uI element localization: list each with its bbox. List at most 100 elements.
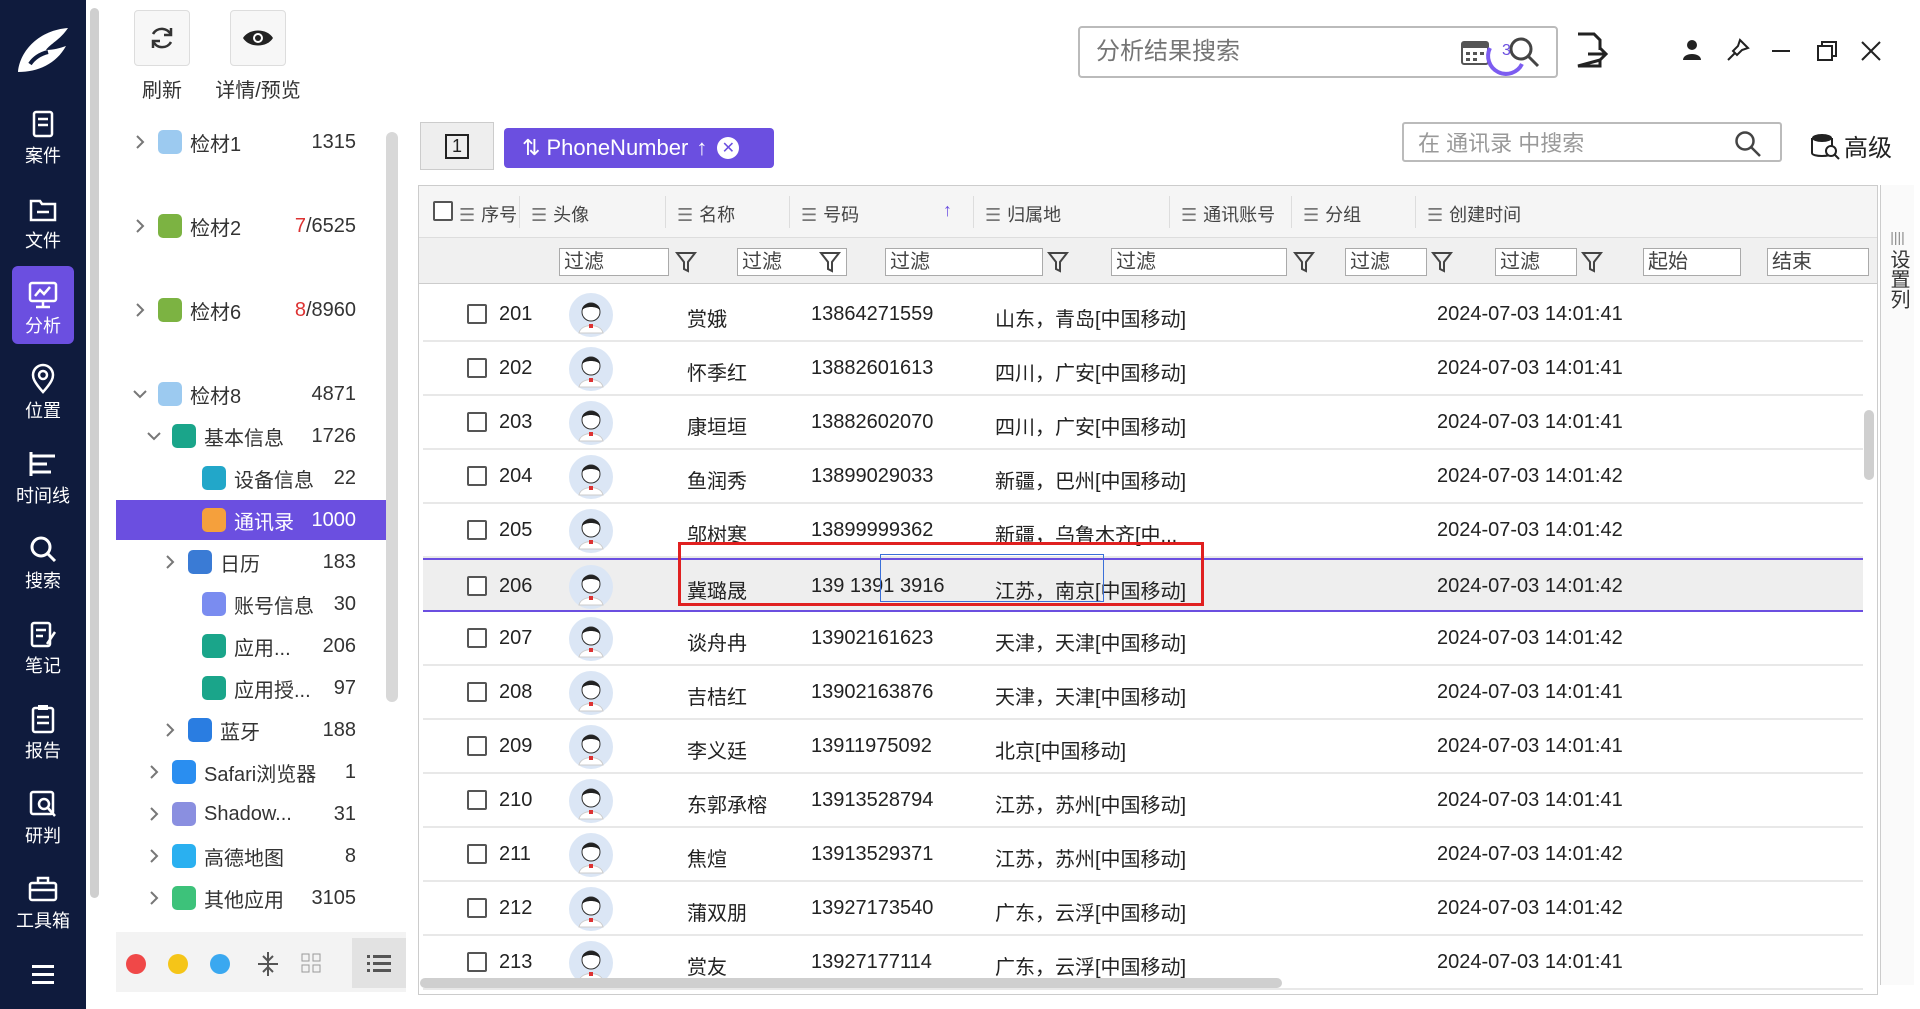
column-menu-icon[interactable]: ☰ — [985, 205, 1001, 225]
sidebar-item-10[interactable]: 工具箱 — [12, 861, 74, 939]
row-checkbox[interactable] — [467, 628, 487, 648]
column-divider[interactable] — [789, 196, 790, 228]
tree-item-15[interactable]: 高德地图 8 — [116, 836, 386, 876]
detail-preview-button[interactable]: 详情/预览 — [208, 10, 308, 103]
sidebar-item-1[interactable]: 案件 — [12, 96, 74, 174]
chevron-right-icon[interactable] — [160, 552, 180, 572]
column-filter-input[interactable]: 过滤 — [1345, 248, 1427, 276]
tree-item-16[interactable]: 其他应用 3105 — [116, 878, 386, 918]
row-checkbox[interactable] — [467, 898, 487, 918]
column-menu-icon[interactable]: ☰ — [1427, 205, 1443, 225]
column-menu-icon[interactable]: ☰ — [531, 205, 547, 225]
column-header-7[interactable]: ☰ 分组 — [1303, 201, 1361, 227]
analysis-search-input[interactable] — [1080, 28, 1440, 76]
sidebar-item-9[interactable]: 研判 — [12, 776, 74, 854]
tree-item-5[interactable]: 基本信息 1726 — [116, 416, 386, 456]
date-end-input[interactable]: 结束 — [1767, 248, 1869, 276]
tree-scrollbar[interactable] — [386, 132, 398, 702]
chevron-down-icon[interactable] — [144, 426, 164, 446]
sort-ascending-icon[interactable]: ↑ — [943, 200, 952, 221]
yellow-filter-dot[interactable] — [168, 954, 188, 974]
refresh-button[interactable]: 刷新 — [112, 10, 212, 103]
chevron-right-icon[interactable] — [130, 216, 150, 236]
column-header-6[interactable]: ☰ 通讯账号 — [1181, 201, 1275, 227]
chevron-right-icon[interactable] — [144, 888, 164, 908]
table-row[interactable]: 211 焦煊 13913529371 江苏，苏州[中国移动] 2024-07-03 14… — [423, 828, 1863, 882]
minimize-icon[interactable] — [1770, 40, 1792, 62]
column-menu-icon[interactable]: ☰ — [801, 205, 817, 225]
table-row[interactable]: 203 康垣垣 13882602070 四川，广安[中国移动] 2024-07-03 1… — [423, 396, 1863, 450]
close-icon[interactable] — [1860, 40, 1882, 62]
remove-sort-icon[interactable]: ✕ — [717, 137, 740, 159]
column-header-2[interactable]: ☰ 头像 — [531, 201, 589, 227]
column-filter-input[interactable]: 过滤 — [885, 248, 1043, 276]
chevron-right-icon[interactable] — [144, 846, 164, 866]
table-row[interactable]: 208 吉桔红 13902163876 天津，天津[中国移动] 2024-07-03 1… — [423, 666, 1863, 720]
tree-item-6[interactable]: 设备信息 22 — [116, 458, 386, 498]
row-checkbox[interactable] — [467, 682, 487, 702]
table-vertical-scrollbar[interactable] — [1864, 410, 1874, 480]
column-divider[interactable] — [665, 196, 666, 228]
column-filter-input[interactable]: 过滤 — [559, 248, 669, 276]
column-filter-input[interactable]: 过滤 — [1111, 248, 1287, 276]
column-divider[interactable] — [1169, 196, 1170, 228]
settings-column-button[interactable]: |||| 设置列 — [1880, 185, 1914, 985]
contacts-search-box[interactable]: 在 通讯录 中搜索 — [1402, 122, 1782, 162]
table-row[interactable]: 210 东郭承榕 13913528794 江苏，苏州[中国移动] 2024-07-03 … — [423, 774, 1863, 828]
tree-item-4[interactable]: 检材8 4871 — [116, 374, 386, 414]
sidebar-item-3[interactable]: 分析 — [12, 266, 74, 344]
filter-funnel-icon[interactable] — [1581, 250, 1603, 274]
sidebar-item-5[interactable]: 时间线 — [12, 436, 74, 514]
column-menu-icon[interactable]: ☰ — [677, 205, 693, 225]
row-checkbox[interactable] — [467, 412, 487, 432]
collapse-all-icon[interactable] — [256, 950, 280, 978]
menu-icon[interactable] — [20, 955, 66, 995]
filter-funnel-icon[interactable] — [1431, 250, 1453, 274]
sidebar-scrollbar[interactable] — [86, 0, 104, 1009]
pin-icon[interactable] — [1726, 38, 1750, 62]
page-tab-button[interactable]: 1 — [420, 122, 494, 170]
grid-view-icon[interactable] — [300, 952, 322, 974]
column-menu-icon[interactable]: ☰ — [1303, 205, 1319, 225]
column-filter-input[interactable]: 过滤 — [1495, 248, 1577, 276]
filter-funnel-icon[interactable] — [675, 250, 697, 274]
tree-item-7[interactable]: 通讯录 1000 — [116, 500, 386, 540]
restore-icon[interactable] — [1816, 40, 1838, 62]
task-progress-indicator[interactable]: 3 — [1480, 28, 1530, 83]
row-checkbox[interactable] — [467, 576, 487, 596]
chevron-right-icon[interactable] — [144, 762, 164, 782]
chevron-down-icon[interactable] — [130, 384, 150, 404]
sidebar-item-6[interactable]: 搜索 — [12, 521, 74, 599]
filter-funnel-icon[interactable] — [1293, 250, 1315, 274]
tree-item-11[interactable]: 应用授... 97 — [116, 668, 386, 708]
sidebar-item-7[interactable]: 笔记 — [12, 606, 74, 684]
row-checkbox[interactable] — [467, 520, 487, 540]
tree-item-12[interactable]: 蓝牙 188 — [116, 710, 386, 750]
column-header-1[interactable]: ☰ 序号 — [459, 201, 517, 227]
chevron-right-icon[interactable] — [130, 132, 150, 152]
sort-chip[interactable]: ⇅ PhoneNumber ↑ ✕ — [504, 128, 774, 168]
table-horizontal-scrollbar[interactable] — [420, 978, 1282, 988]
sidebar-item-2[interactable]: 文件 — [12, 181, 74, 259]
table-row[interactable]: 212 蒲双朋 13927173540 广东，云浮[中国移动] 2024-07-03 1… — [423, 882, 1863, 936]
row-checkbox[interactable] — [467, 952, 487, 972]
row-checkbox[interactable] — [467, 736, 487, 756]
filter-funnel-icon[interactable] — [1047, 250, 1069, 274]
tree-item-8[interactable]: 日历 183 — [116, 542, 386, 582]
row-checkbox[interactable] — [467, 304, 487, 324]
row-checkbox[interactable] — [467, 466, 487, 486]
tree-item-3[interactable]: 检材6 8/8960 — [116, 290, 386, 330]
chevron-right-icon[interactable] — [160, 720, 180, 740]
date-start-input[interactable]: 起始 — [1643, 248, 1741, 276]
row-checkbox[interactable] — [467, 844, 487, 864]
column-header-3[interactable]: ☰ 名称 — [677, 201, 735, 227]
column-menu-icon[interactable]: ☰ — [1181, 205, 1197, 225]
column-divider[interactable] — [1291, 196, 1292, 228]
list-view-button[interactable] — [352, 938, 406, 988]
column-divider[interactable] — [973, 196, 974, 228]
tree-item-2[interactable]: 检材2 7/6525 — [116, 206, 386, 246]
tree-item-10[interactable]: 应用... 206 — [116, 626, 386, 666]
export-icon[interactable] — [1574, 30, 1610, 70]
red-filter-dot[interactable] — [126, 954, 146, 974]
tree-item-9[interactable]: 账号信息 30 — [116, 584, 386, 624]
